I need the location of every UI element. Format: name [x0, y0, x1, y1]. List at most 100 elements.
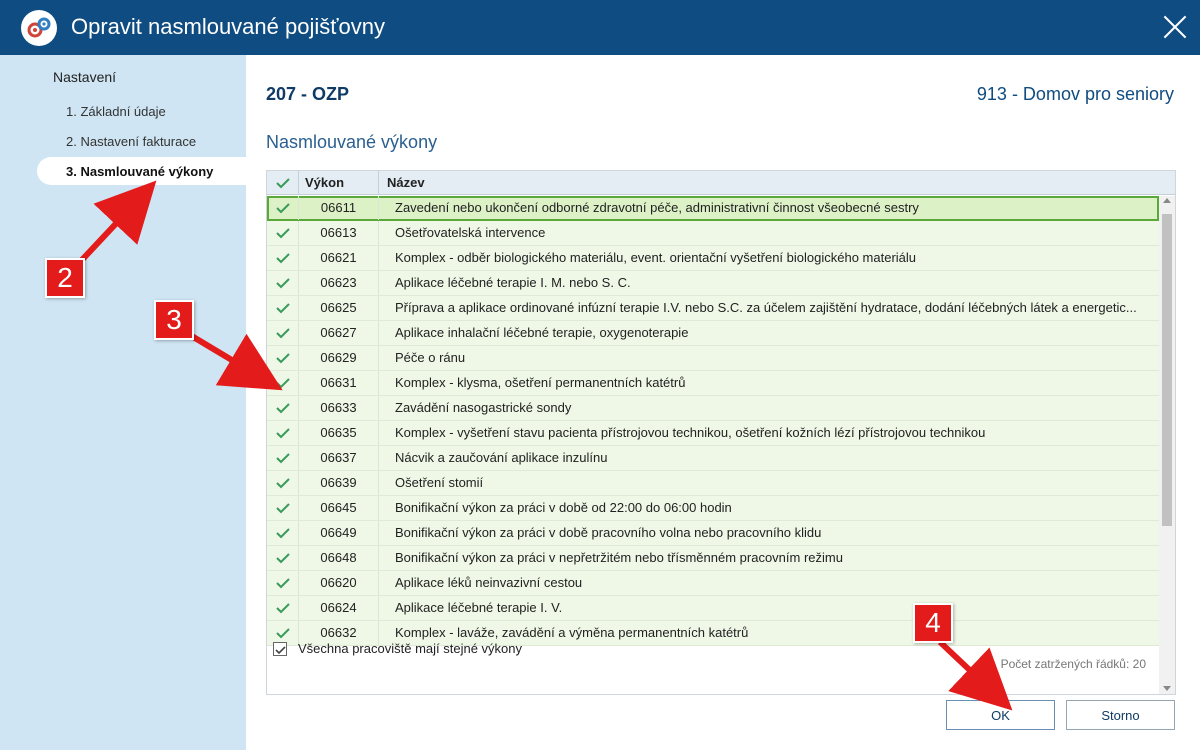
check-icon — [275, 453, 290, 464]
row-checkbox[interactable] — [267, 396, 299, 420]
annotation-badge-3: 3 — [154, 300, 194, 340]
scroll-thumb[interactable] — [1162, 214, 1172, 526]
row-checkbox[interactable] — [267, 571, 299, 595]
service-name: Komplex - klysma, ošetření permanentních… — [395, 375, 686, 390]
check-icon — [275, 578, 290, 589]
row-checkbox[interactable] — [267, 221, 299, 245]
select-all-checkbox[interactable] — [267, 171, 299, 195]
check-icon — [275, 428, 290, 439]
row-checkbox[interactable] — [267, 421, 299, 445]
table-row[interactable]: 06633 Zavádění nasogastrické sondy — [267, 396, 1159, 421]
table-body: 06611 Zavedení nebo ukončení odborné zdra… — [267, 196, 1159, 646]
row-checkbox[interactable] — [267, 321, 299, 345]
check-icon — [275, 528, 290, 539]
service-code: 06631 — [299, 371, 379, 395]
same-services-label: Všechna pracoviště mají stejné výkony — [298, 641, 522, 656]
table-row[interactable]: 06625 Příprava a aplikace ordinované infú… — [267, 296, 1159, 321]
row-checkbox[interactable] — [267, 246, 299, 270]
service-name: Ošetření stomií — [395, 475, 484, 490]
check-icon — [275, 403, 290, 414]
service-code: 06635 — [299, 421, 379, 445]
table-row[interactable]: 06648 Bonifikační výkon za práci v nepřet… — [267, 546, 1159, 571]
check-icon — [276, 178, 290, 189]
row-checkbox[interactable] — [267, 196, 299, 220]
table-row[interactable]: 06635 Komplex - vyšetření stavu pacienta … — [267, 421, 1159, 446]
table-row[interactable]: 06620 Aplikace léků neinvazivní cestou — [267, 571, 1159, 596]
sidebar-item-contracted-services[interactable]: 3. Nasmlouvané výkony — [37, 157, 246, 185]
services-table: Výkon Název 06611 Zavedení nebo ukončení … — [266, 170, 1176, 695]
table-row[interactable]: 06645 Bonifikační výkon za práci v době o… — [267, 496, 1159, 521]
row-checkbox[interactable] — [267, 471, 299, 495]
service-name: Komplex - odběr biologického materiálu, … — [395, 250, 917, 265]
table-row[interactable]: 06611 Zavedení nebo ukončení odborné zdra… — [267, 196, 1159, 221]
table-row[interactable]: 06629 Péče o ránu — [267, 346, 1159, 371]
service-code: 06611 — [299, 196, 379, 220]
service-name: Aplikace léčebné terapie I. M. nebo S. C… — [395, 275, 631, 290]
section-title: Nasmlouvané výkony — [266, 132, 438, 152]
table-row[interactable]: 06639 Ošetření stomií — [267, 471, 1159, 496]
scroll-down-icon[interactable] — [1163, 686, 1171, 691]
check-icon — [275, 328, 290, 339]
row-checkbox[interactable] — [267, 496, 299, 520]
service-code: 06637 — [299, 446, 379, 470]
service-name: Aplikace léků neinvazivní cestou — [395, 575, 583, 590]
table-row[interactable]: 06623 Aplikace léčebné terapie I. M. nebo… — [267, 271, 1159, 296]
service-code: 06639 — [299, 471, 379, 495]
row-checkbox[interactable] — [267, 521, 299, 545]
service-code: 06645 — [299, 496, 379, 520]
window-title: Opravit nasmlouvané pojišťovny — [71, 14, 385, 39]
row-checkbox[interactable] — [267, 371, 299, 395]
service-name: Péče o ránu — [395, 350, 466, 365]
service-code: 06624 — [299, 596, 379, 620]
row-checkbox[interactable] — [267, 271, 299, 295]
row-checkbox[interactable] — [267, 546, 299, 570]
table-row[interactable]: 06637 Nácvik a zaučování aplikace inzulín… — [267, 446, 1159, 471]
column-header-code[interactable]: Výkon — [299, 171, 379, 195]
check-icon — [275, 646, 286, 655]
sidebar-item-billing[interactable]: 2. Nastavení fakturace — [66, 134, 196, 149]
service-name: Zavedení nebo ukončení odborné zdravotní… — [395, 200, 919, 215]
check-icon — [275, 603, 290, 614]
service-name: Komplex - vyšetření stavu pacienta příst… — [395, 425, 986, 440]
table-row[interactable]: 06613 Ošetřovatelská intervence — [267, 221, 1159, 246]
column-header-name[interactable]: Název — [379, 171, 1159, 195]
service-name: Aplikace léčebné terapie I. V. — [395, 600, 563, 615]
check-icon — [275, 378, 290, 389]
service-name: Příprava a aplikace ordinované infúzní t… — [395, 300, 1137, 315]
service-code: 06620 — [299, 571, 379, 595]
row-checkbox[interactable] — [267, 346, 299, 370]
service-code: 06621 — [299, 246, 379, 270]
check-icon — [275, 278, 290, 289]
row-checkbox[interactable] — [267, 296, 299, 320]
row-checkbox[interactable] — [267, 446, 299, 470]
check-icon — [275, 228, 290, 239]
check-icon — [275, 503, 290, 514]
vertical-scrollbar[interactable] — [1159, 196, 1175, 694]
table-row[interactable]: 06624 Aplikace léčebné terapie I. V. — [267, 596, 1159, 621]
check-icon — [275, 353, 290, 364]
service-code: 06629 — [299, 346, 379, 370]
check-icon — [275, 303, 290, 314]
insurance-code: 207 - OZP — [266, 84, 350, 104]
main-panel: 207 - OZP 913 - Domov pro seniory Nasmlo… — [246, 55, 1200, 750]
table-row[interactable]: 06621 Komplex - odběr biologického materi… — [267, 246, 1159, 271]
ok-button[interactable]: OK — [946, 700, 1055, 730]
service-name: Bonifikační výkon za práci v nepřetržité… — [395, 550, 843, 565]
scroll-up-icon[interactable] — [1163, 198, 1171, 203]
table-row[interactable]: 06631 Komplex - klysma, ošetření permanen… — [267, 371, 1159, 396]
close-icon[interactable] — [1162, 14, 1188, 40]
service-code: 06625 — [299, 296, 379, 320]
service-code: 06627 — [299, 321, 379, 345]
table-row[interactable]: 06627 Aplikace inhalační léčebné terapie,… — [267, 321, 1159, 346]
service-code: 06623 — [299, 271, 379, 295]
cancel-button[interactable]: Storno — [1066, 700, 1175, 730]
check-icon — [275, 203, 290, 214]
sidebar-item-basic-info[interactable]: 1. Základní údaje — [66, 104, 166, 119]
table-row[interactable]: 06649 Bonifikační výkon za práci v době p… — [267, 521, 1159, 546]
check-icon — [275, 478, 290, 489]
service-name: Bonifikační výkon za práci v době od 22:… — [395, 500, 732, 515]
row-checkbox[interactable] — [267, 596, 299, 620]
service-code: 06613 — [299, 221, 379, 245]
service-name: Zavádění nasogastrické sondy — [395, 400, 572, 415]
same-services-checkbox[interactable] — [273, 642, 287, 656]
